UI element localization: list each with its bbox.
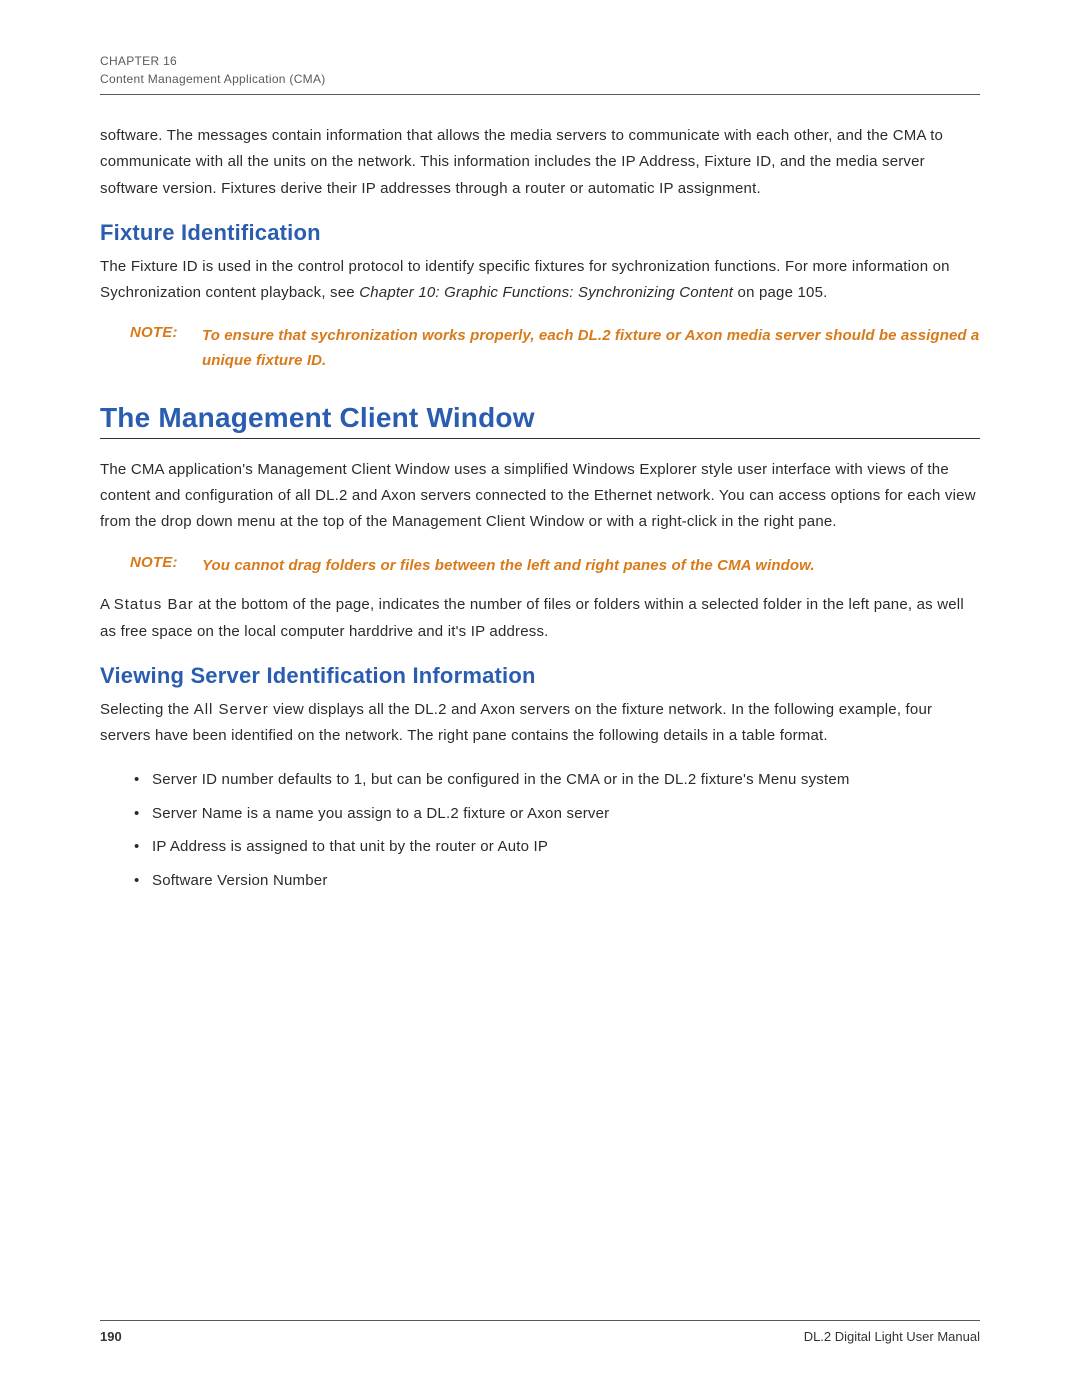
- mgmt-para2-term: Status Bar: [114, 596, 194, 613]
- list-term: IP Address: [152, 838, 226, 855]
- list-term: Server ID: [152, 771, 217, 788]
- heading-fixture-identification: Fixture Identification: [100, 220, 980, 246]
- page-number: 190: [100, 1329, 122, 1344]
- intro-paragraph: software. The messages contain informati…: [100, 123, 980, 202]
- server-info-list: Server ID number defaults to 1, but can …: [130, 767, 980, 893]
- mgmt-para1: The CMA application's Management Client …: [100, 457, 980, 536]
- note-label: NOTE:: [130, 554, 202, 579]
- list-rest: is a name you assign to a DL.2 fixture o…: [243, 805, 610, 822]
- chapter-title: Content Management Application (CMA): [100, 72, 980, 95]
- list-item: Server ID number defaults to 1, but can …: [130, 767, 980, 793]
- list-term: Software Version: [152, 872, 269, 889]
- note-text: To ensure that sychronization works prop…: [202, 324, 980, 374]
- mgmt-para2-pre: A: [100, 596, 114, 613]
- viewing-para: Selecting the All Server view displays a…: [100, 697, 980, 750]
- list-term: Server Name: [152, 805, 243, 822]
- viewing-para-pre: Selecting the: [100, 701, 194, 718]
- note-drag-folders: NOTE: You cannot drag folders or files b…: [130, 554, 980, 579]
- note-fixture-id: NOTE: To ensure that sychronization work…: [130, 324, 980, 374]
- fixture-ident-link: Chapter 10: Graphic Functions: Synchroni…: [359, 284, 733, 301]
- page-footer: 190 DL.2 Digital Light User Manual: [100, 1320, 980, 1344]
- manual-title: DL.2 Digital Light User Manual: [804, 1329, 980, 1344]
- fixture-ident-paragraph: The Fixture ID is used in the control pr…: [100, 254, 980, 307]
- list-item: Server Name is a name you assign to a DL…: [130, 801, 980, 827]
- heading-viewing-server-info: Viewing Server Identification Informatio…: [100, 663, 980, 689]
- section-rule: [100, 438, 980, 439]
- viewing-para-term: All Server: [194, 701, 269, 718]
- heading-management-client-window: The Management Client Window: [100, 402, 980, 434]
- note-text: You cannot drag folders or files between…: [202, 554, 815, 579]
- list-item: IP Address is assigned to that unit by t…: [130, 834, 980, 860]
- list-rest: Number: [269, 872, 328, 889]
- fixture-ident-text-post: on page 105.: [733, 284, 827, 301]
- list-rest: number defaults to 1, but can be configu…: [217, 771, 849, 788]
- chapter-label: CHAPTER 16: [100, 54, 980, 68]
- note-label: NOTE:: [130, 324, 202, 374]
- list-rest: is assigned to that unit by the router o…: [226, 838, 548, 855]
- list-item: Software Version Number: [130, 868, 980, 894]
- mgmt-para2: A Status Bar at the bottom of the page, …: [100, 592, 980, 645]
- mgmt-para2-post: at the bottom of the page, indicates the…: [100, 596, 964, 639]
